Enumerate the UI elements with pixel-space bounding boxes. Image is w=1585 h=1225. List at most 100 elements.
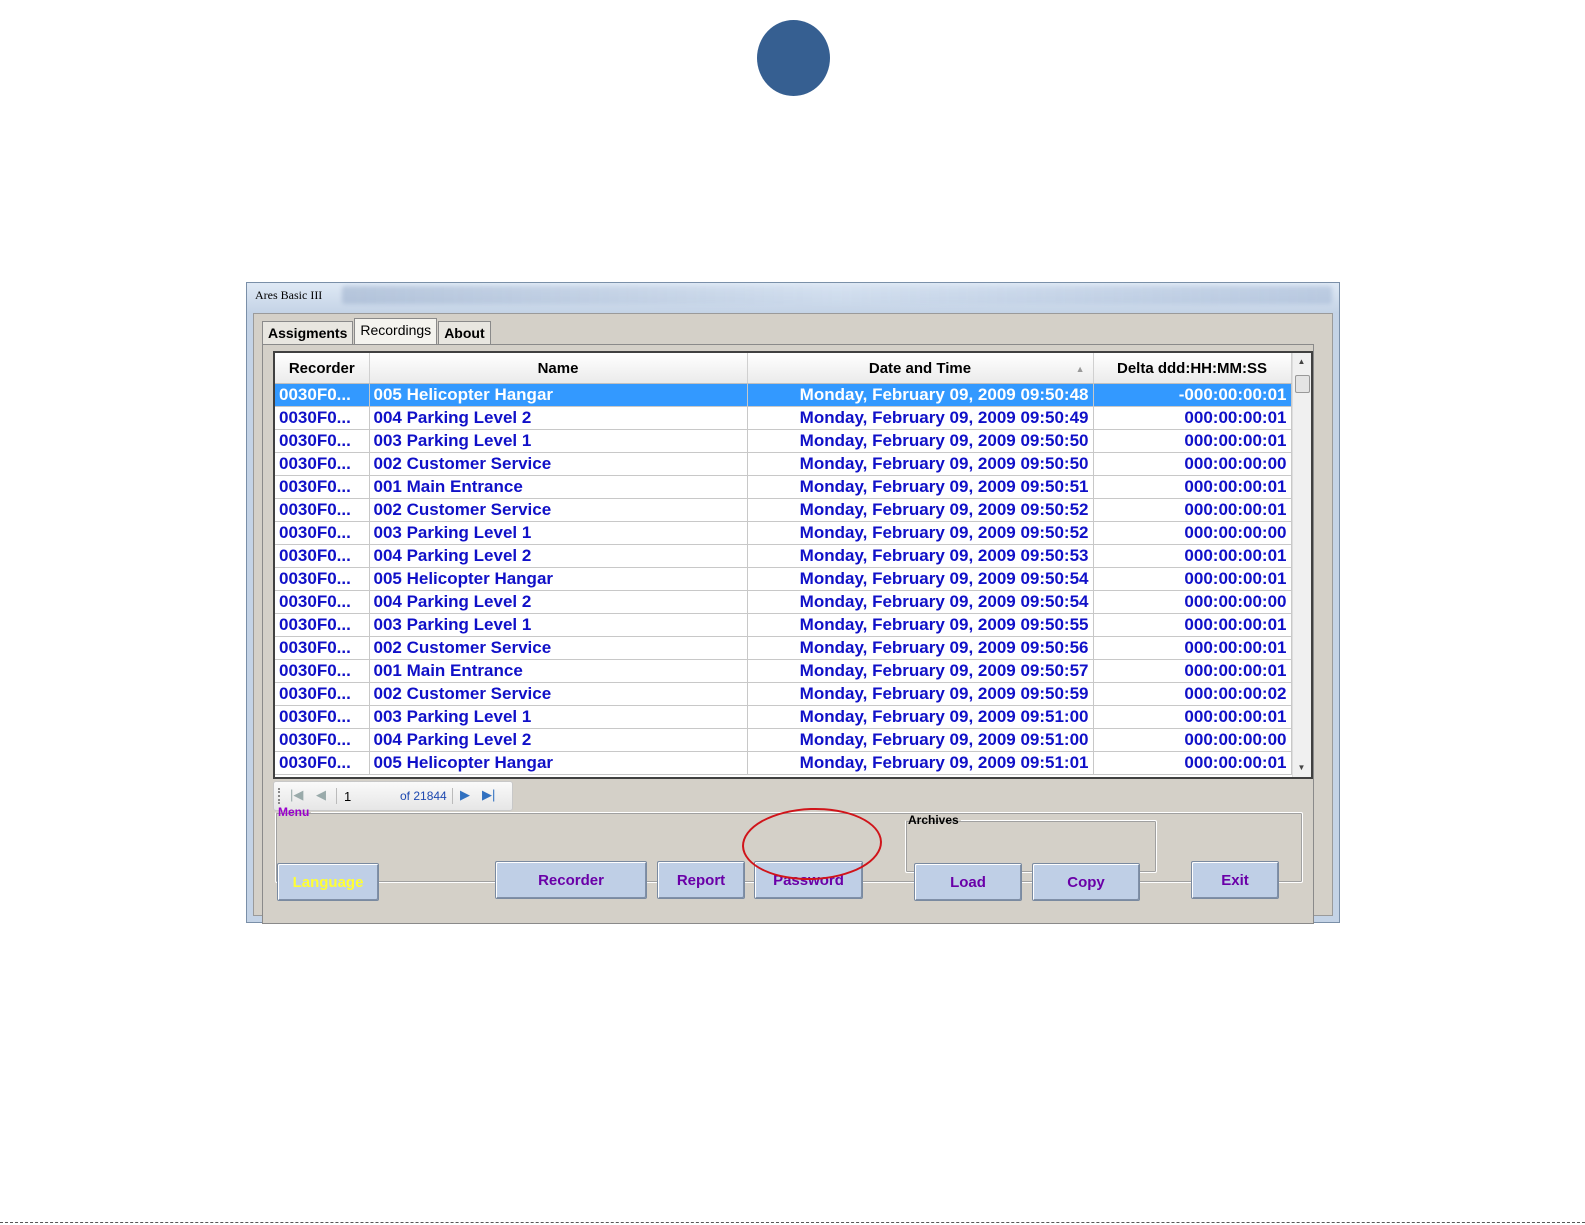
cell-datetime: Monday, February 09, 2009 09:50:50 xyxy=(747,452,1094,476)
tab-assigments[interactable]: Assigments xyxy=(262,321,354,344)
recordings-panel: Recorder Name Date and Time ▲ Delta ddd:H… xyxy=(262,344,1314,924)
cell-recorder: 0030F0... xyxy=(275,659,370,683)
cell-datetime: Monday, February 09, 2009 09:50:53 xyxy=(747,544,1094,568)
cell-delta: 000:00:00:01 xyxy=(1093,406,1292,430)
cell-recorder: 0030F0... xyxy=(275,452,370,476)
cell-name: 004 Parking Level 2 xyxy=(369,728,748,752)
cell-name: 005 Helicopter Hangar xyxy=(369,751,748,775)
record-count-label: of 21844 xyxy=(400,789,447,803)
cell-name: 002 Customer Service xyxy=(369,682,748,706)
position-input[interactable] xyxy=(342,786,398,806)
table-row[interactable]: 0030F0... 004 Parking Level 2 Monday, Febr… xyxy=(275,544,1292,568)
cell-recorder: 0030F0... xyxy=(275,682,370,706)
cell-datetime: Monday, February 09, 2009 09:50:56 xyxy=(747,636,1094,660)
column-header-date-time-label: Date and Time xyxy=(868,359,972,377)
cell-delta: 000:00:00:01 xyxy=(1093,498,1292,522)
table-row[interactable]: 0030F0... 003 Parking Level 1 Monday, Febr… xyxy=(275,521,1292,545)
scroll-down-icon[interactable]: ▼ xyxy=(1295,761,1308,775)
title-bar: Ares Basic III xyxy=(247,283,1339,309)
cell-delta: 000:00:00:01 xyxy=(1093,475,1292,499)
load-button[interactable]: Load xyxy=(914,863,1022,901)
cell-recorder: 0030F0... xyxy=(275,728,370,752)
language-button[interactable]: Language xyxy=(277,863,379,901)
cell-datetime: Monday, February 09, 2009 09:50:55 xyxy=(747,613,1094,637)
cell-name: 005 Helicopter Hangar xyxy=(369,383,748,407)
table-row[interactable]: 0030F0... 001 Main Entrance Monday, Februa… xyxy=(275,475,1292,499)
next-page-icon[interactable]: ▶ xyxy=(460,787,470,803)
recorder-button[interactable]: Recorder xyxy=(495,861,647,899)
cell-datetime: Monday, February 09, 2009 09:50:50 xyxy=(747,429,1094,453)
slide-bullet-dot xyxy=(757,20,830,96)
cell-delta: -000:00:00:01 xyxy=(1093,383,1292,407)
cell-recorder: 0030F0... xyxy=(275,521,370,545)
exit-button[interactable]: Exit xyxy=(1191,861,1279,899)
cell-delta: 000:00:00:01 xyxy=(1093,544,1292,568)
app-window: Ares Basic III Assigments Recordings Abo… xyxy=(246,282,1340,924)
scroll-up-icon[interactable]: ▲ xyxy=(1295,355,1308,369)
cell-recorder: 0030F0... xyxy=(275,544,370,568)
cell-name: 002 Customer Service xyxy=(369,498,748,522)
cell-name: 002 Customer Service xyxy=(369,636,748,660)
copy-button[interactable]: Copy xyxy=(1032,863,1140,901)
table-row[interactable]: 0030F0... 004 Parking Level 2 Monday, Febr… xyxy=(275,728,1292,752)
first-page-icon[interactable]: |◀ xyxy=(290,787,303,803)
column-header-name[interactable]: Name xyxy=(369,353,748,384)
scroll-thumb[interactable] xyxy=(1295,375,1310,393)
table-row[interactable]: 0030F0... 003 Parking Level 1 Monday, Febr… xyxy=(275,613,1292,637)
navigator-separator xyxy=(452,788,453,804)
table-row[interactable]: 0030F0... 002 Customer Service Monday, Feb… xyxy=(275,682,1292,706)
blurred-toolbar xyxy=(342,286,1332,304)
cell-delta: 000:00:00:00 xyxy=(1093,452,1292,476)
column-header-recorder[interactable]: Recorder xyxy=(275,353,370,384)
cell-datetime: Monday, February 09, 2009 09:50:52 xyxy=(747,521,1094,545)
cell-recorder: 0030F0... xyxy=(275,498,370,522)
recordings-grid[interactable]: Recorder Name Date and Time ▲ Delta ddd:H… xyxy=(273,351,1313,779)
cell-name: 001 Main Entrance xyxy=(369,659,748,683)
column-header-delta[interactable]: Delta ddd:HH:MM:SS xyxy=(1093,353,1292,384)
cell-recorder: 0030F0... xyxy=(275,406,370,430)
cell-datetime: Monday, February 09, 2009 09:51:00 xyxy=(747,728,1094,752)
cell-recorder: 0030F0... xyxy=(275,383,370,407)
report-button[interactable]: Report xyxy=(657,861,745,899)
vertical-scrollbar[interactable]: ▲ ▼ xyxy=(1292,353,1311,777)
window-title: Ares Basic III xyxy=(255,288,323,302)
cell-delta: 000:00:00:02 xyxy=(1093,682,1292,706)
cell-name: 004 Parking Level 2 xyxy=(369,590,748,614)
cell-recorder: 0030F0... xyxy=(275,636,370,660)
cell-datetime: Monday, February 09, 2009 09:51:00 xyxy=(747,705,1094,729)
last-page-icon[interactable]: ▶| xyxy=(482,787,495,803)
prev-page-icon[interactable]: ◀ xyxy=(316,787,326,803)
table-row[interactable]: 0030F0... 003 Parking Level 1 Monday, Febr… xyxy=(275,429,1292,453)
client-area: Assigments Recordings About Recorder Nam… xyxy=(253,313,1333,924)
cell-delta: 000:00:00:01 xyxy=(1093,429,1292,453)
navigator-separator xyxy=(336,788,337,804)
table-row[interactable]: 0030F0... 005 Helicopter Hangar Monday, Fe… xyxy=(275,751,1292,775)
table-row[interactable]: 0030F0... 002 Customer Service Monday, Feb… xyxy=(275,636,1292,660)
cell-name: 003 Parking Level 1 xyxy=(369,429,748,453)
cell-recorder: 0030F0... xyxy=(275,590,370,614)
tab-about[interactable]: About xyxy=(438,321,491,344)
cell-name: 004 Parking Level 2 xyxy=(369,544,748,568)
table-row[interactable]: 0030F0... 002 Customer Service Monday, Feb… xyxy=(275,498,1292,522)
column-header-date-time[interactable]: Date and Time ▲ xyxy=(747,353,1094,384)
cell-recorder: 0030F0... xyxy=(275,613,370,637)
cell-recorder: 0030F0... xyxy=(275,475,370,499)
tab-recordings[interactable]: Recordings xyxy=(354,318,438,344)
cell-delta: 000:00:00:01 xyxy=(1093,659,1292,683)
cell-name: 005 Helicopter Hangar xyxy=(369,567,748,591)
table-row[interactable]: 0030F0... 004 Parking Level 2 Monday, Febr… xyxy=(275,590,1292,614)
table-row[interactable]: 0030F0... 003 Parking Level 1 Monday, Febr… xyxy=(275,705,1292,729)
cell-datetime: Monday, February 09, 2009 09:50:52 xyxy=(747,498,1094,522)
cell-name: 001 Main Entrance xyxy=(369,475,748,499)
table-row[interactable]: 0030F0... 002 Customer Service Monday, Feb… xyxy=(275,452,1292,476)
table-row[interactable]: 0030F0... 005 Helicopter Hangar Monday, Fe… xyxy=(275,383,1292,407)
table-row[interactable]: 0030F0... 005 Helicopter Hangar Monday, Fe… xyxy=(275,567,1292,591)
table-row[interactable]: 0030F0... 004 Parking Level 2 Monday, Febr… xyxy=(275,406,1292,430)
cell-datetime: Monday, February 09, 2009 09:51:01 xyxy=(747,751,1094,775)
cell-name: 003 Parking Level 1 xyxy=(369,705,748,729)
cell-delta: 000:00:00:00 xyxy=(1093,728,1292,752)
cell-delta: 000:00:00:00 xyxy=(1093,590,1292,614)
table-row[interactable]: 0030F0... 001 Main Entrance Monday, Februa… xyxy=(275,659,1292,683)
cell-datetime: Monday, February 09, 2009 09:50:51 xyxy=(747,475,1094,499)
password-button[interactable]: Password xyxy=(754,861,863,899)
